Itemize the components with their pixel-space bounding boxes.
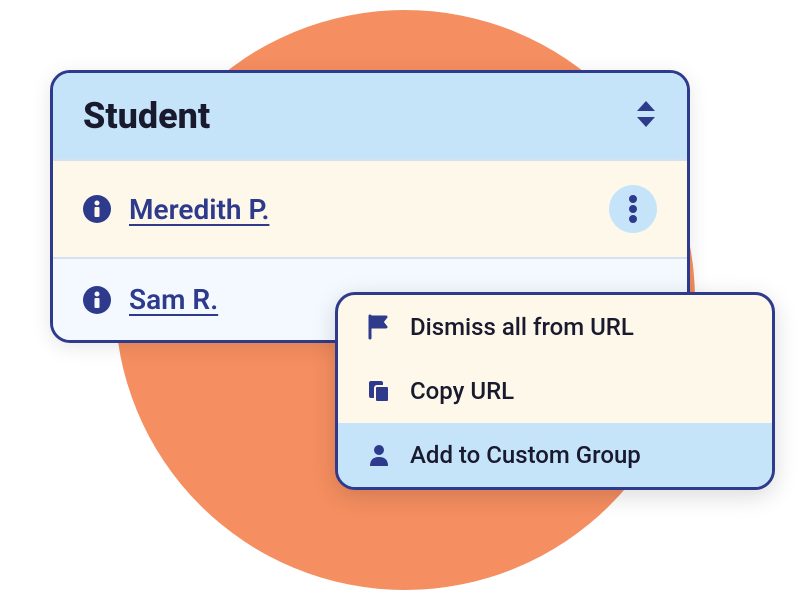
menu-item-label: Add to Custom Group [410, 441, 641, 469]
student-row[interactable]: Meredith P. [53, 159, 687, 257]
sort-icon[interactable] [635, 99, 657, 133]
copy-icon [366, 378, 392, 404]
row-actions-button[interactable] [609, 185, 657, 233]
info-icon[interactable] [83, 195, 111, 223]
menu-item-label: Dismiss all from URL [410, 313, 634, 341]
menu-item-add-custom-group[interactable]: Add to Custom Group [338, 423, 772, 487]
panel-header: Student [53, 73, 687, 159]
person-icon [366, 442, 392, 468]
column-header-student[interactable]: Student [83, 95, 210, 137]
kebab-icon [628, 194, 638, 224]
menu-item-copy-url[interactable]: Copy URL [338, 359, 772, 423]
info-icon[interactable] [83, 286, 111, 314]
student-name-link[interactable]: Sam R. [129, 283, 218, 316]
flag-icon [366, 314, 392, 340]
context-menu: Dismiss all from URL Copy URL Add to Cus… [335, 292, 775, 490]
student-name-link[interactable]: Meredith P. [129, 193, 269, 226]
menu-item-dismiss-url[interactable]: Dismiss all from URL [338, 295, 772, 359]
menu-item-label: Copy URL [410, 377, 514, 405]
